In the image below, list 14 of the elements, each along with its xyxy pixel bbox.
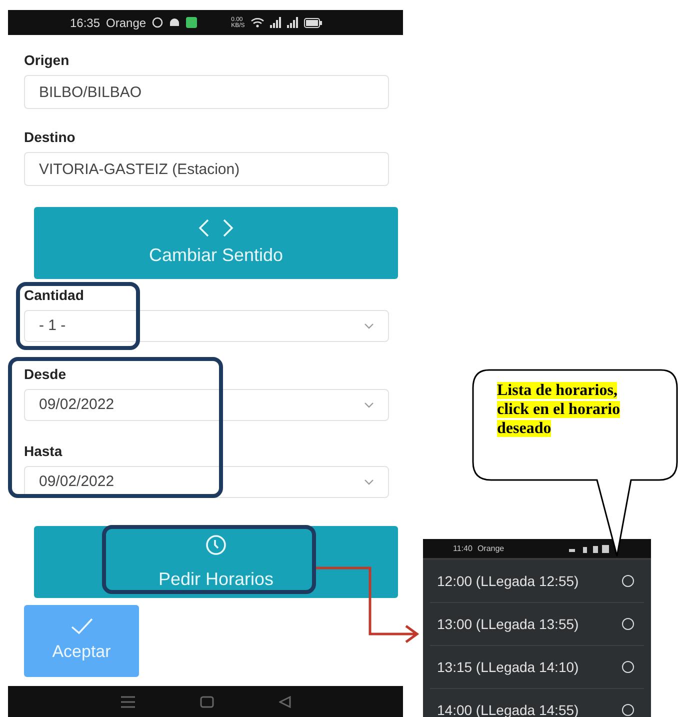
carrier-name: Orange	[106, 14, 146, 32]
dropdown-field[interactable]: - 1 -	[24, 310, 389, 342]
field-label: Cantidad	[24, 287, 85, 304]
text-field[interactable]: BILBO/BILBAO	[24, 75, 389, 109]
dropdown-field[interactable]: 09/02/2022	[24, 389, 389, 421]
dropdown-field[interactable]: 09/02/2022	[24, 466, 389, 498]
field-label: Origen	[24, 52, 70, 69]
carrier-name: Orange	[477, 542, 504, 554]
field-label: Destino	[24, 129, 76, 146]
status-time: 11:40	[453, 542, 472, 554]
field-label: Hasta	[24, 443, 64, 460]
status-time: 16:35	[70, 14, 100, 32]
text-field[interactable]: VITORIA-GASTEIZ (Estacion)	[24, 152, 389, 186]
field-label: Desde	[24, 366, 68, 383]
